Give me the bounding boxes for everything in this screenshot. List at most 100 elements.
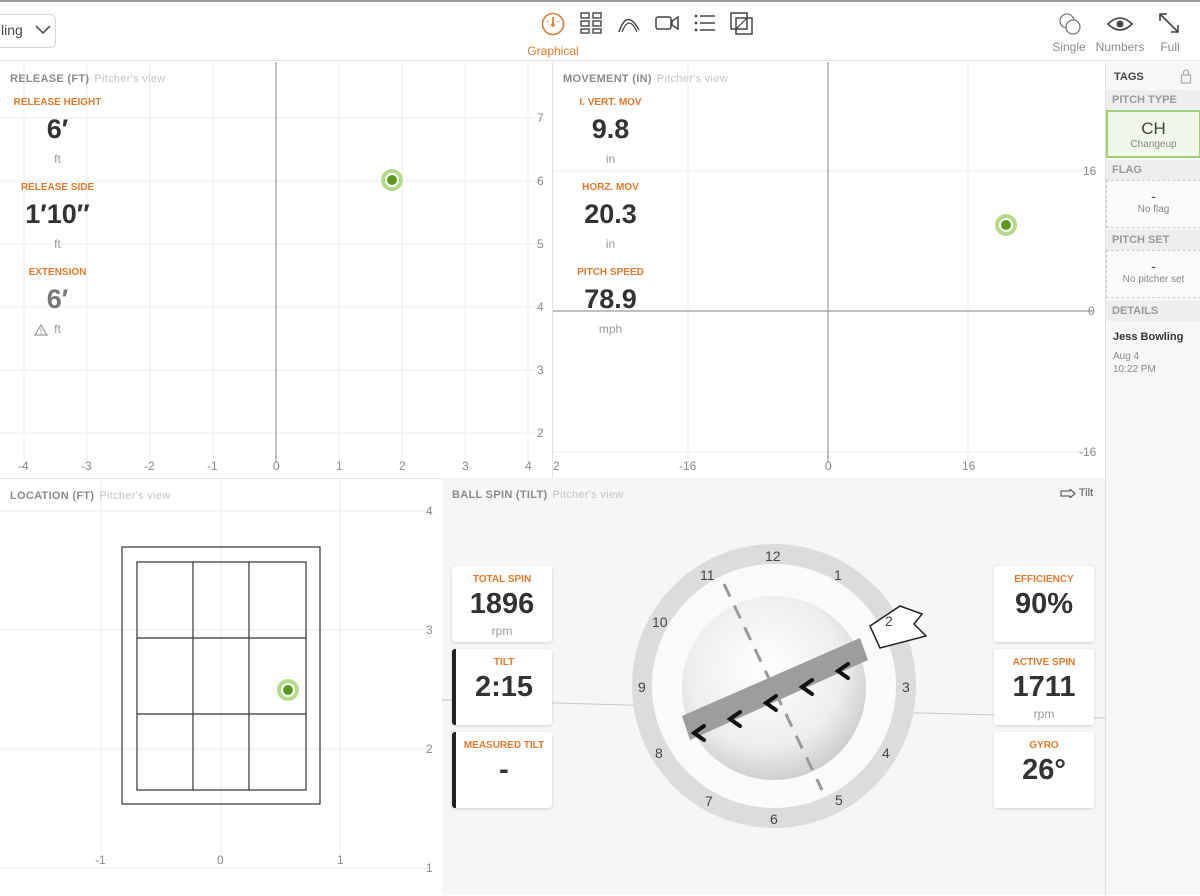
y-tick: 3 xyxy=(426,623,433,637)
extension-label: EXTENSION xyxy=(28,267,87,278)
release-height-label: RELEASE HEIGHT xyxy=(13,97,102,108)
pitch-date: Aug 4 xyxy=(1113,351,1140,362)
extension-unit: ft xyxy=(54,322,61,336)
clock-number: 8 xyxy=(655,745,663,761)
active-spin-card: ACTIVE SPIN 1711 rpm xyxy=(994,649,1094,725)
pitch-type-name: Changeup xyxy=(1130,139,1177,150)
lock-icon[interactable] xyxy=(1180,68,1192,84)
x-tick: 0 xyxy=(825,459,832,473)
y-tick: 4 xyxy=(426,504,433,518)
active-spin-value: 1711 xyxy=(1012,671,1076,703)
player-select-value: ling xyxy=(1,22,23,38)
y-tick: 6 xyxy=(537,174,544,188)
release-title: RELEASE (FT) Pitcher's view xyxy=(10,73,166,85)
measured-tilt-label: MEASURED TILT xyxy=(463,740,545,751)
horz-mov-value: 20.3 xyxy=(584,199,637,229)
horz-mov-label: HORZ. MOV xyxy=(582,182,639,193)
gauge-icon[interactable] xyxy=(541,12,565,36)
x-tick: 4 xyxy=(525,459,532,473)
vert-mov-label: I. VERT. MOV xyxy=(579,97,642,108)
compare-view-icon[interactable] xyxy=(730,12,754,36)
single-view-icon[interactable] xyxy=(1058,12,1082,36)
x-tick: -2 xyxy=(144,459,155,473)
extension-value: 6′ xyxy=(46,284,69,314)
trajectory-icon[interactable] xyxy=(617,12,643,34)
pitch-set-text: No pitcher set xyxy=(1122,274,1185,285)
y-tick: 2 xyxy=(537,426,544,440)
release-height-unit: ft xyxy=(54,152,61,166)
flag-value: - xyxy=(1151,188,1156,204)
x-tick: 3 xyxy=(462,459,469,473)
y-tick: 1 xyxy=(426,861,433,875)
tilt-label: TILT xyxy=(493,657,515,668)
flag-selector[interactable]: - No flag xyxy=(1106,180,1200,228)
y-tick: 16 xyxy=(1083,164,1097,178)
pitch-speed-unit: mph xyxy=(598,322,623,336)
pitch-type-header: PITCH TYPE xyxy=(1106,90,1200,110)
horz-mov-unit: in xyxy=(605,237,616,251)
clock-number: 1 xyxy=(834,567,842,583)
grid-view-icon[interactable] xyxy=(580,12,602,34)
measured-tilt-card: MEASURED TILT - xyxy=(452,732,552,808)
flag-text: No flag xyxy=(1137,204,1170,215)
release-side-label: RELEASE SIDE xyxy=(20,182,95,193)
total-spin-unit: rpm xyxy=(491,624,513,638)
location-title: LOCATION (FT) Pitcher's view xyxy=(10,490,171,502)
pitch-speed-label: PITCH SPEED xyxy=(577,267,644,278)
numbers-button[interactable]: Numbers xyxy=(1093,40,1147,54)
active-spin-unit: rpm xyxy=(1033,707,1055,721)
clock-number: 12 xyxy=(765,548,781,564)
chevron-down-icon xyxy=(35,25,51,35)
tilt-value: 2:15 xyxy=(474,671,534,703)
movement-title: MOVEMENT (IN) Pitcher's view xyxy=(563,73,728,85)
clock-number: 5 xyxy=(835,792,843,808)
release-side-unit: ft xyxy=(54,237,61,251)
pitch-type-selector[interactable]: CH Changeup xyxy=(1106,110,1200,158)
pitcher-name: Jess Bowling xyxy=(1113,331,1184,343)
x-tick: 2 xyxy=(399,459,406,473)
clock-number: 3 xyxy=(902,679,910,695)
pitch-type-code: CH xyxy=(1141,119,1166,138)
full-button[interactable]: Full xyxy=(1152,40,1188,54)
location-panel: LOCATION (FT) Pitcher's view -1 0 1 4 3 2… xyxy=(0,478,442,895)
video-icon[interactable] xyxy=(655,12,679,34)
y-tick: 3 xyxy=(537,363,544,377)
pitch-set-selector[interactable]: - No pitcher set xyxy=(1106,250,1200,298)
release-height-value: 6′ xyxy=(46,114,69,144)
release-panel: RELEASE (FT) Pitcher's view RELEASE HEIGH… xyxy=(0,62,552,478)
clock-number: 10 xyxy=(652,614,668,630)
player-select[interactable]: ling xyxy=(0,14,56,48)
x-tick: 1 xyxy=(337,853,344,867)
y-tick: -16 xyxy=(1079,445,1097,459)
pitch-time: 10:22 PM xyxy=(1113,364,1156,375)
y-tick: 0 xyxy=(1088,304,1095,318)
clock-number: 9 xyxy=(638,679,646,695)
gyro-card: GYRO 26° xyxy=(994,732,1094,808)
y-tick: 7 xyxy=(537,111,544,125)
x-tick: 2 xyxy=(553,459,560,473)
view-graphical-label[interactable]: Graphical xyxy=(522,44,584,58)
y-tick: 4 xyxy=(537,300,544,314)
x-tick: -1 xyxy=(95,853,106,867)
total-spin-value: 1896 xyxy=(469,588,535,620)
x-tick: 1 xyxy=(336,459,343,473)
ball-spin-panel: BALL SPIN (TILT)Pitcher's view Tilt 12 xyxy=(442,478,1105,895)
list-view-icon[interactable] xyxy=(693,12,717,34)
clock-number: 2 xyxy=(885,613,893,629)
clock-number: 4 xyxy=(882,745,890,761)
expand-icon[interactable] xyxy=(1158,12,1180,34)
single-button[interactable]: Single xyxy=(1049,40,1089,54)
x-tick: -3 xyxy=(81,459,92,473)
y-tick: 2 xyxy=(426,742,433,756)
total-spin-card: TOTAL SPIN 1896 rpm xyxy=(452,566,552,642)
total-spin-label: TOTAL SPIN xyxy=(472,574,532,585)
gyro-value: 26° xyxy=(1022,754,1066,786)
y-tick: 5 xyxy=(537,237,544,251)
efficiency-value: 90% xyxy=(1014,588,1074,620)
pitch-speed-value: 78.9 xyxy=(584,284,637,314)
tags-title: TAGS xyxy=(1114,71,1144,83)
release-side-value: 1′10″ xyxy=(25,199,90,229)
x-tick: -16 xyxy=(679,459,697,473)
flag-header: FLAG xyxy=(1106,160,1200,180)
eye-icon[interactable] xyxy=(1107,15,1133,33)
